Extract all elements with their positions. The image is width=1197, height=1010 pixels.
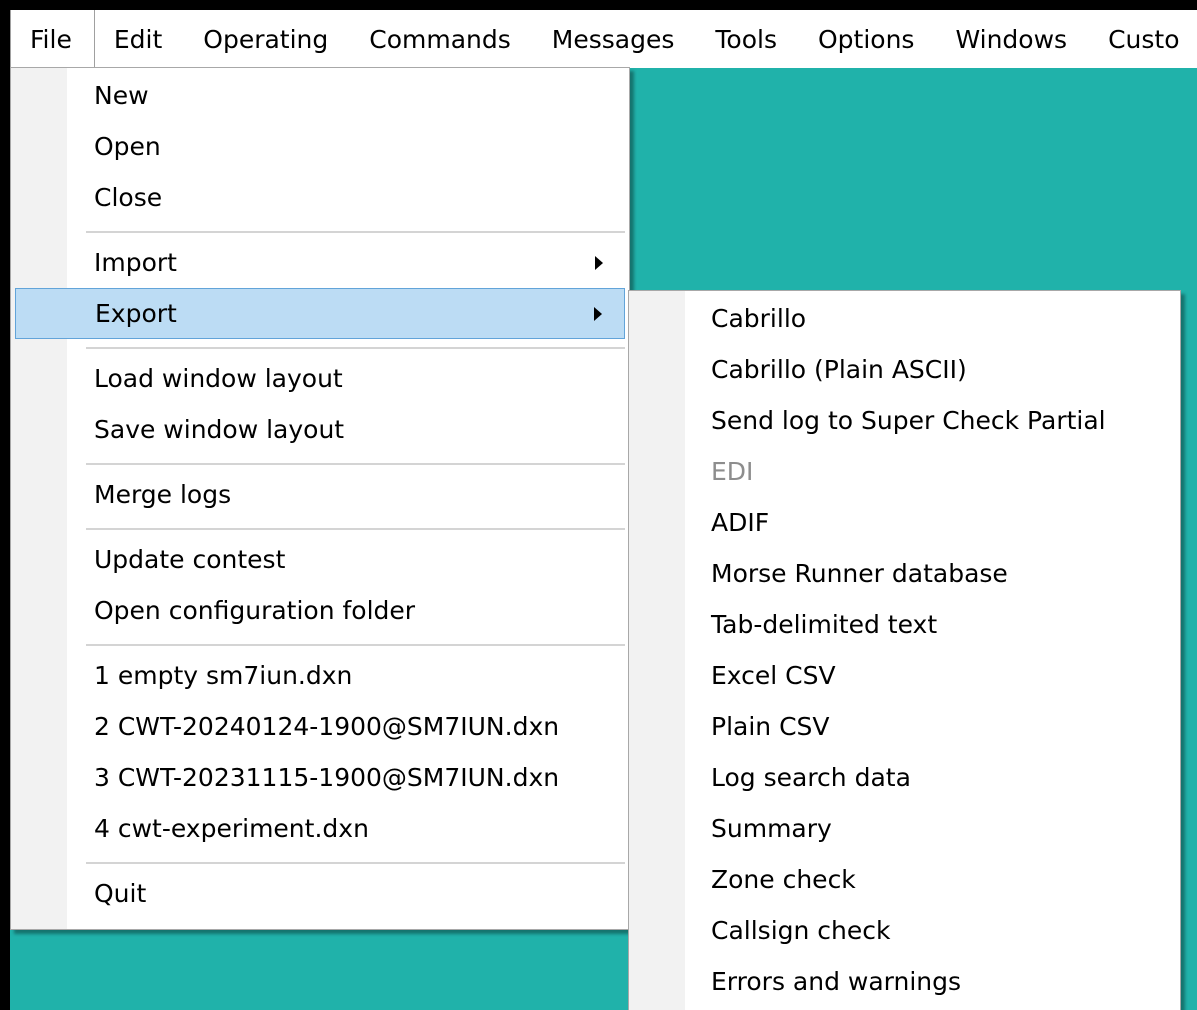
menu-item-export-label: Export [95, 299, 177, 328]
menu-separator [86, 528, 625, 530]
menu-commands[interactable]: Commands [350, 10, 533, 68]
export-item-cabrillo-ascii[interactable]: Cabrillo (Plain ASCII) [633, 344, 1176, 395]
menu-separator [86, 644, 625, 646]
export-item-cabrillo[interactable]: Cabrillo [633, 293, 1176, 344]
export-item-log-search-data[interactable]: Log search data [633, 752, 1176, 803]
menu-customize[interactable]: Custo [1089, 10, 1197, 68]
export-submenu: Cabrillo Cabrillo (Plain ASCII) Send log… [628, 290, 1181, 1010]
export-item-adif[interactable]: ADIF [633, 497, 1176, 548]
menu-item-save-layout[interactable]: Save window layout [15, 404, 625, 455]
menu-item-close[interactable]: Close [15, 172, 625, 223]
export-item-excel-csv[interactable]: Excel CSV [633, 650, 1176, 701]
export-item-callsign-check[interactable]: Callsign check [633, 905, 1176, 956]
menu-windows[interactable]: Windows [936, 10, 1089, 68]
menu-item-import[interactable]: Import [15, 237, 625, 288]
menu-item-load-layout[interactable]: Load window layout [15, 353, 625, 404]
menu-item-merge-logs[interactable]: Merge logs [15, 469, 625, 520]
recent-file-item[interactable]: 1 empty sm7iun.dxn [15, 650, 625, 701]
menu-options[interactable]: Options [799, 10, 936, 68]
menu-tools[interactable]: Tools [696, 10, 799, 68]
menu-item-open-config[interactable]: Open configuration folder [15, 585, 625, 636]
menu-messages[interactable]: Messages [533, 10, 697, 68]
menu-separator [86, 463, 625, 465]
menu-edit[interactable]: Edit [95, 10, 184, 68]
export-item-morse-runner[interactable]: Morse Runner database [633, 548, 1176, 599]
menu-item-new[interactable]: New [15, 70, 625, 121]
export-item-tab-delimited[interactable]: Tab-delimited text [633, 599, 1176, 650]
menu-file[interactable]: File [10, 10, 95, 68]
menu-item-import-label: Import [94, 248, 177, 277]
menu-separator [86, 231, 625, 233]
recent-file-item[interactable]: 4 cwt-experiment.dxn [15, 803, 625, 854]
submenu-arrow-icon [594, 306, 602, 321]
menu-item-open[interactable]: Open [15, 121, 625, 172]
menu-item-update-contest[interactable]: Update contest [15, 534, 625, 585]
export-item-edi: EDI [711, 457, 754, 486]
menu-operating[interactable]: Operating [184, 10, 350, 68]
menu-separator [86, 347, 625, 349]
export-item-plain-csv[interactable]: Plain CSV [633, 701, 1176, 752]
file-menu: New Open Close Import Export Load window… [10, 67, 630, 930]
app-window: File Edit Operating Commands Messages To… [10, 10, 1197, 1010]
recent-file-item[interactable]: 3 CWT-20231115-1900@SM7IUN.dxn [15, 752, 625, 803]
menu-item-export[interactable]: Export [15, 288, 625, 339]
recent-file-item[interactable]: 2 CWT-20240124-1900@SM7IUN.dxn [15, 701, 625, 752]
export-item-super-check-partial[interactable]: Send log to Super Check Partial [633, 395, 1176, 446]
menu-bar: File Edit Operating Commands Messages To… [10, 10, 1197, 68]
submenu-arrow-icon [595, 255, 603, 270]
export-item-zone-check[interactable]: Zone check [633, 854, 1176, 905]
menu-separator [86, 862, 625, 864]
export-item-summary[interactable]: Summary [633, 803, 1176, 854]
menu-item-quit[interactable]: Quit [15, 868, 625, 919]
export-item-errors-warnings[interactable]: Errors and warnings [633, 956, 1176, 1007]
